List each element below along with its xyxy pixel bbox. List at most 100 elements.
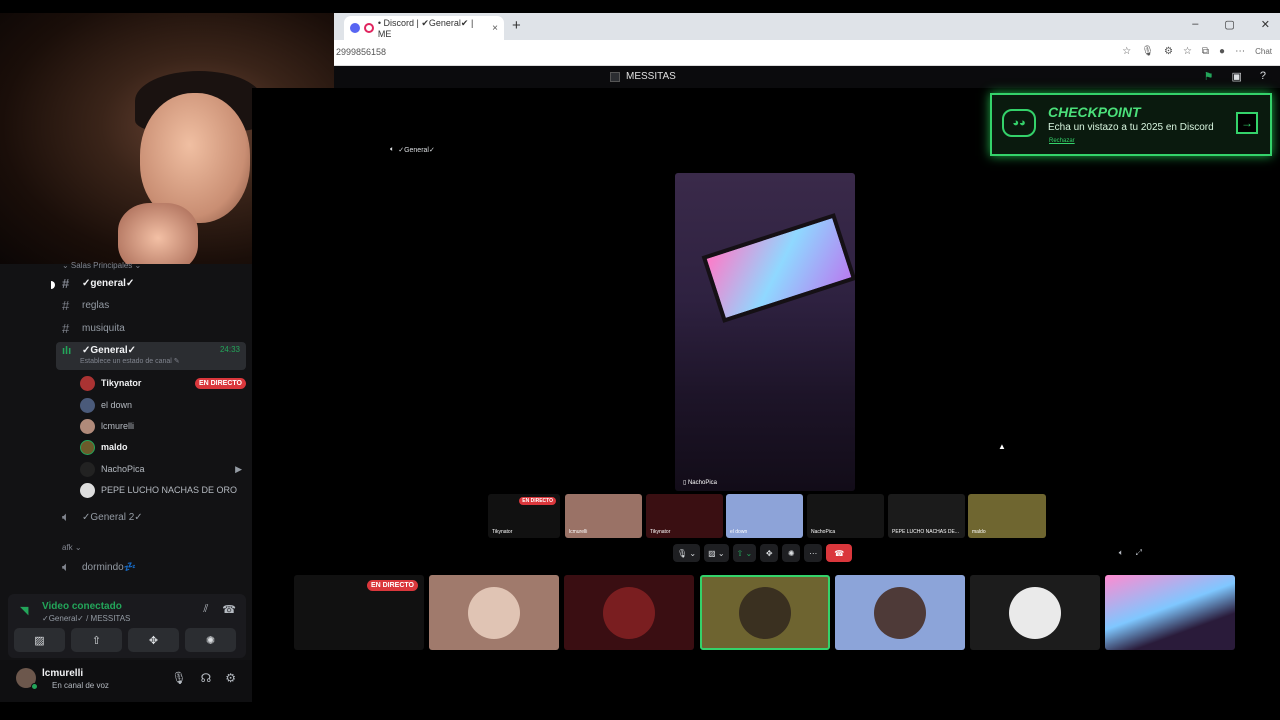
- tile-tikynator-avatar[interactable]: [564, 575, 694, 650]
- member-lcmurelli[interactable]: lcmurelli: [80, 416, 246, 436]
- avatar: [468, 586, 520, 639]
- voice-channel-dormindo[interactable]: 🔈︎ dormindo💤: [56, 556, 246, 578]
- hang-up-button[interactable]: ☎: [826, 544, 853, 562]
- mic-icon[interactable]: 🎙: [1141, 46, 1154, 57]
- recording-icon: [363, 23, 374, 33]
- discord-titlebar: MESSITAS ⚑ ▣ ?: [334, 66, 1280, 88]
- volume-icon[interactable]: 🔈︎: [1119, 548, 1124, 558]
- channel-label: reglas: [82, 299, 110, 311]
- member-el-down[interactable]: el down: [80, 395, 246, 415]
- channel-general[interactable]: # ✓general✓: [56, 272, 246, 294]
- soundboard-button[interactable]: ✺: [185, 628, 236, 652]
- tile-lcmurelli[interactable]: [429, 575, 559, 650]
- channel-reglas[interactable]: # reglas: [56, 294, 246, 316]
- headphones-icon[interactable]: ☊: [201, 671, 212, 685]
- more-options-button[interactable]: ⋯: [804, 544, 823, 562]
- voice-status-title: Video conectado: [42, 601, 122, 612]
- user-controls: 🎙︎ ☊ ⚙: [171, 671, 236, 685]
- new-tab-button[interactable]: +: [512, 17, 521, 34]
- mic-toggle-button[interactable]: 🎙︎ ⌄: [673, 544, 701, 562]
- fullscreen-icon[interactable]: ⤢: [1136, 548, 1142, 558]
- inbox-icon[interactable]: ▣: [1231, 70, 1241, 83]
- member-pepe-lucho[interactable]: PEPE LUCHO NACHAS DE ORO: [80, 480, 246, 500]
- strip-tile-nachopica[interactable]: NachoPica: [807, 494, 884, 538]
- close-window-button[interactable]: ✕: [1261, 18, 1270, 31]
- quests-flag-icon[interactable]: ⚑: [1204, 70, 1214, 83]
- unread-indicator: [51, 281, 55, 289]
- avatar: [603, 586, 655, 639]
- screen-share-button[interactable]: ⇧ ⌄: [732, 544, 757, 562]
- channel-label: ✓general✓: [82, 277, 135, 289]
- arrow-right-icon[interactable]: →: [1236, 112, 1258, 134]
- strip-tile-el-down[interactable]: el down: [726, 494, 803, 538]
- help-icon[interactable]: ?: [1260, 70, 1266, 83]
- strip-tile-lcmurelli[interactable]: lcmurelli: [565, 494, 642, 538]
- voice-channel-general[interactable]: ılı ✓General✓ 24:33 Establece un estado …: [56, 342, 246, 370]
- extensions-icon[interactable]: ⚙: [1164, 46, 1173, 57]
- mic-icon[interactable]: 🎙︎: [171, 671, 186, 685]
- tile-pepe-lucho[interactable]: [970, 575, 1100, 650]
- dismiss-link[interactable]: Rechazar: [1049, 138, 1075, 144]
- more-icon[interactable]: ⋯: [1235, 46, 1245, 57]
- gear-icon[interactable]: ⚙: [225, 671, 236, 685]
- member-name: NachoPica: [101, 464, 145, 474]
- tile-maldo[interactable]: [700, 575, 830, 650]
- signal-icon[interactable]: ◥: [20, 604, 28, 617]
- member-maldo[interactable]: maldo: [80, 437, 246, 457]
- hash-icon: #: [62, 320, 70, 336]
- hash-icon: #: [62, 297, 70, 313]
- tile-label: lcmurelli: [569, 529, 588, 535]
- disconnect-icon[interactable]: ☎: [222, 603, 236, 616]
- strip-tile-maldo[interactable]: maldo: [968, 494, 1046, 538]
- member-nachopica[interactable]: NachoPica ▶: [80, 459, 246, 479]
- camera-off-button[interactable]: ▨: [14, 628, 65, 652]
- maximize-button[interactable]: ▢: [1224, 18, 1234, 31]
- tile-tikynator-stream[interactable]: EN DIRECTO: [294, 575, 424, 650]
- checkpoint-banner[interactable]: ◕◕ CHECKPOINT Echa un vistazo a tu 2025 …: [990, 93, 1272, 156]
- avatar: [80, 482, 95, 498]
- strip-tile-pepe-lucho[interactable]: PEPE LUCHO NACHAS DE...: [888, 494, 965, 538]
- camera-icon: ▶: [235, 463, 242, 474]
- share-screen-button[interactable]: ⇧: [71, 628, 122, 652]
- avatar: [739, 586, 791, 639]
- activities-button[interactable]: ✥: [760, 544, 779, 562]
- url-field[interactable]: 2999856158: [336, 47, 386, 57]
- tile-label: NachoPica: [811, 529, 836, 535]
- channel-musiquita[interactable]: # musiquita: [56, 317, 246, 339]
- tile-label: Tikynator: [650, 529, 671, 535]
- tile-el-down[interactable]: [835, 575, 965, 650]
- main-video-nachopica[interactable]: ▯ NachoPica: [675, 173, 855, 491]
- strip-tile-tikynator-cam[interactable]: Tikynator: [646, 494, 723, 538]
- voice-timer: 24:33: [219, 345, 240, 354]
- copilot-chat-button[interactable]: Chat: [1255, 47, 1272, 56]
- profile-icon[interactable]: ●: [1219, 46, 1225, 57]
- speaker-icon: 🔈︎: [62, 559, 70, 574]
- avatar: [874, 586, 926, 639]
- user-name[interactable]: lcmurelli: [42, 668, 83, 679]
- category-main[interactable]: ⌄ Salas Principales ⌄: [62, 261, 141, 270]
- avatar: [80, 418, 95, 434]
- voice-panel-icons: ⫽ ☎: [203, 603, 236, 616]
- bookmark-star-icon[interactable]: ☆: [1122, 46, 1131, 57]
- collections-icon[interactable]: ⧉: [1202, 46, 1209, 57]
- voice-status-subtitle[interactable]: ✓General✓ / MESSITAS: [42, 614, 130, 623]
- member-tikynator[interactable]: Tikynator EN DIRECTO: [80, 373, 246, 393]
- call-controls: 🎙︎ ⌄ ▨ ⌄ ⇧ ⌄ ✥ ✺ ⋯ ☎: [673, 544, 853, 562]
- activities-button[interactable]: ✥: [128, 628, 179, 652]
- toolbar-icons: ☆ 🎙 ⚙ ☆ ⧉ ● ⋯ Chat: [1122, 46, 1272, 57]
- camera-toggle-button[interactable]: ▨ ⌄: [704, 544, 729, 562]
- strip-tile-tikynator[interactable]: EN DIRECTO Tikynator: [488, 494, 560, 538]
- channel-status-hint[interactable]: Establece un estado de canal ✎: [80, 357, 180, 365]
- minimize-button[interactable]: –: [1192, 18, 1198, 31]
- tile-nachopica[interactable]: [1105, 575, 1235, 650]
- video-label: ▯ NachoPica: [683, 480, 717, 486]
- browser-tab[interactable]: • Discord | ✔General✔ | ME ×: [344, 16, 504, 40]
- voice-channel-general-2[interactable]: 🔈︎ ✓General 2✓: [56, 506, 246, 528]
- favorites-icon[interactable]: ☆: [1183, 46, 1192, 57]
- category-afk[interactable]: afk ⌄: [62, 543, 82, 552]
- tab-close-icon[interactable]: ×: [492, 23, 498, 34]
- server-icon: [610, 71, 620, 82]
- member-name: lcmurelli: [101, 421, 135, 431]
- noise-suppression-icon[interactable]: ⫽: [203, 603, 208, 616]
- soundboard-button[interactable]: ✺: [782, 544, 801, 562]
